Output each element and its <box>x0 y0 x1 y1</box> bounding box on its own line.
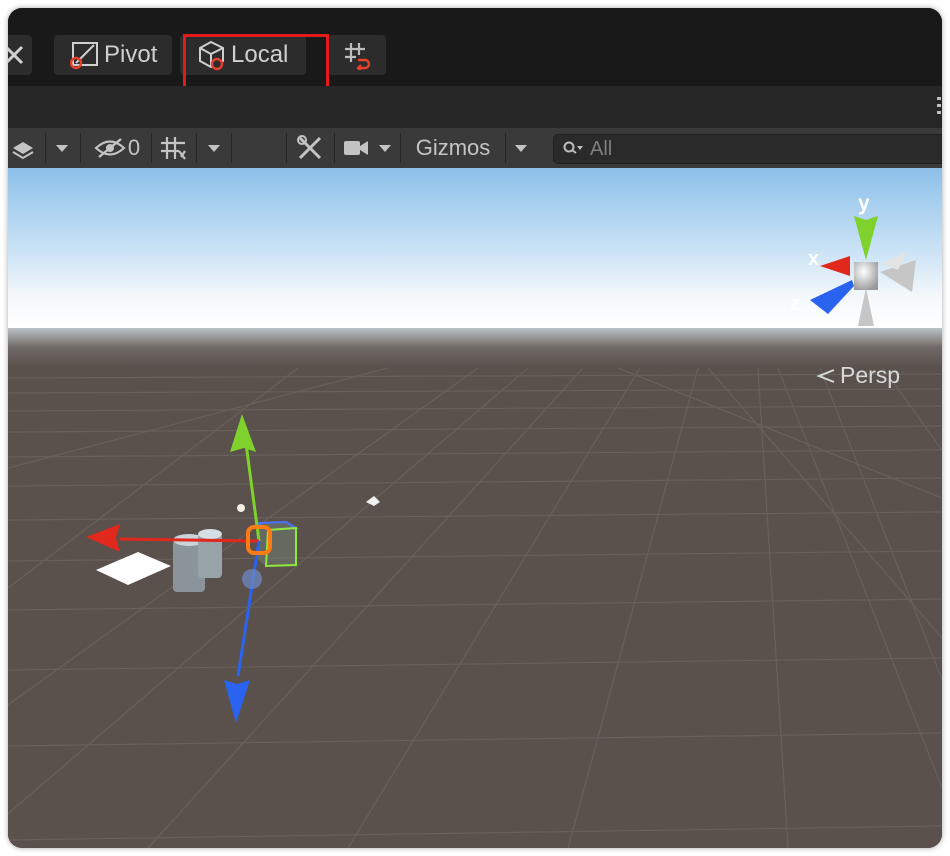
gizmo-center-cube <box>854 262 878 290</box>
more-options-icon[interactable] <box>936 96 942 116</box>
ground-plane <box>8 366 942 848</box>
gizmos-button[interactable]: Gizmos <box>402 128 504 168</box>
draw-mode-dropdown[interactable] <box>46 128 78 168</box>
rotation-sphere <box>242 569 262 589</box>
hidden-count: 0 <box>127 135 141 160</box>
pivot-label: Pivot <box>104 41 158 68</box>
window-strip <box>8 86 942 128</box>
separator <box>400 133 401 163</box>
chevron-down-icon <box>515 145 527 152</box>
tools-icon <box>297 135 322 160</box>
scene-effects-toggle[interactable] <box>286 128 334 168</box>
gizmo-y-label: y <box>858 192 870 215</box>
chevron-down-icon <box>379 145 391 152</box>
pivot-toggle-button[interactable]: Pivot <box>54 35 172 75</box>
tools-menu-button[interactable] <box>8 35 32 75</box>
visibility-toggle[interactable]: 0 <box>84 128 150 168</box>
grid-visibility-toggle[interactable] <box>152 128 196 168</box>
gizmos-dropdown[interactable] <box>506 128 536 168</box>
light-object <box>237 504 245 512</box>
separator <box>80 133 81 163</box>
pivot-icon <box>70 42 98 70</box>
scene-view-toolbar: 0 Gizmos All <box>8 128 942 169</box>
gizmo-x-label: x <box>808 248 819 270</box>
eye-hidden-icon <box>94 138 126 158</box>
separator <box>231 133 232 163</box>
grid-snap-button[interactable] <box>328 35 386 75</box>
projection-toggle[interactable]: Persp <box>816 362 900 389</box>
tool-handle-bar: Pivot Local <box>8 8 942 86</box>
gizmos-label: Gizmos <box>415 135 491 160</box>
projection-label: Persp <box>840 362 901 388</box>
gizmo-z-label: z <box>790 293 800 315</box>
draw-mode-button[interactable] <box>8 128 42 168</box>
sky-background <box>8 168 942 328</box>
crossed-tools-icon <box>8 45 24 65</box>
search-placeholder: All <box>590 137 613 160</box>
grid-icon <box>161 137 186 160</box>
layers-icon <box>12 142 34 160</box>
chevron-down-icon <box>208 145 220 152</box>
search-icon <box>563 141 583 154</box>
camera-icon <box>344 141 368 155</box>
grid-snap-icon <box>345 43 371 70</box>
horizon-band <box>8 328 942 368</box>
chevron-down-icon <box>56 145 68 152</box>
scene-search-field[interactable]: All <box>553 134 942 164</box>
camera-button[interactable] <box>335 128 399 168</box>
scene-window: Pivot Local 0 Gizmos All y x z Persp <box>8 8 942 848</box>
grid-dropdown[interactable] <box>197 128 231 168</box>
scene-viewport[interactable]: y x z <box>8 168 942 848</box>
perspective-icon <box>816 368 835 383</box>
